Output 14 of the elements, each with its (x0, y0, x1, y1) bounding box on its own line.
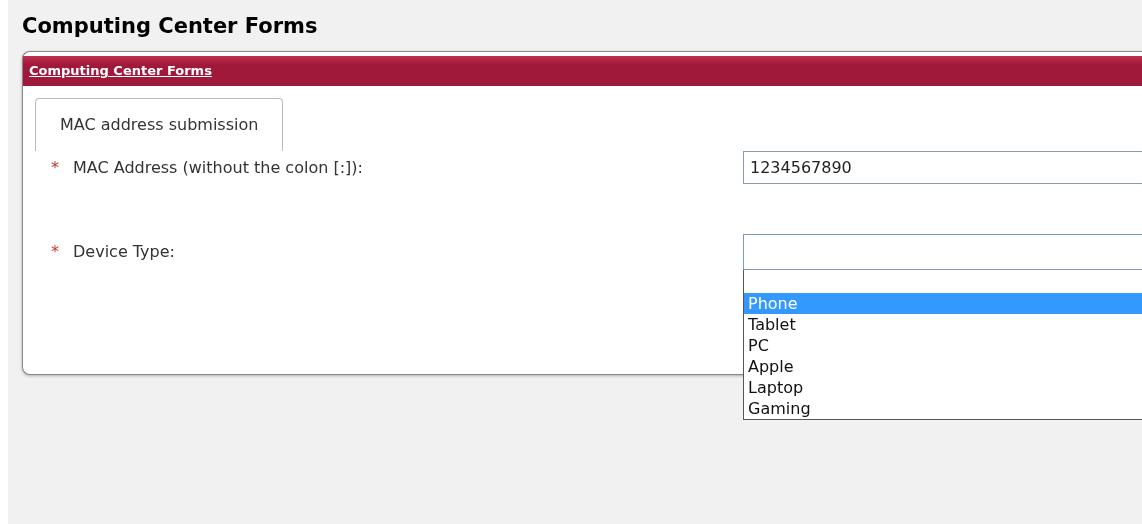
form-tab[interactable]: MAC address submission (35, 98, 284, 152)
page-title: Computing Center Forms (22, 14, 319, 40)
panel-title-link[interactable]: Computing Center Forms (29, 63, 212, 79)
dropdown-option[interactable]: Tablet (744, 314, 1142, 336)
required-marker: * (51, 241, 60, 264)
field-label: Device Type: (73, 241, 176, 264)
dropdown-option[interactable]: PC (744, 335, 1142, 357)
dropdown-option[interactable]: Laptop (744, 377, 1142, 399)
dropdown-option[interactable]: Apple (744, 356, 1142, 378)
required-marker: * (51, 156, 60, 179)
device-type-select[interactable] (743, 234, 1142, 271)
mac-address-field[interactable]: 1234567890 (743, 151, 1142, 185)
field-label: MAC Address (without the colon [:]): (73, 156, 364, 179)
dropdown-option[interactable]: Gaming (744, 398, 1142, 420)
